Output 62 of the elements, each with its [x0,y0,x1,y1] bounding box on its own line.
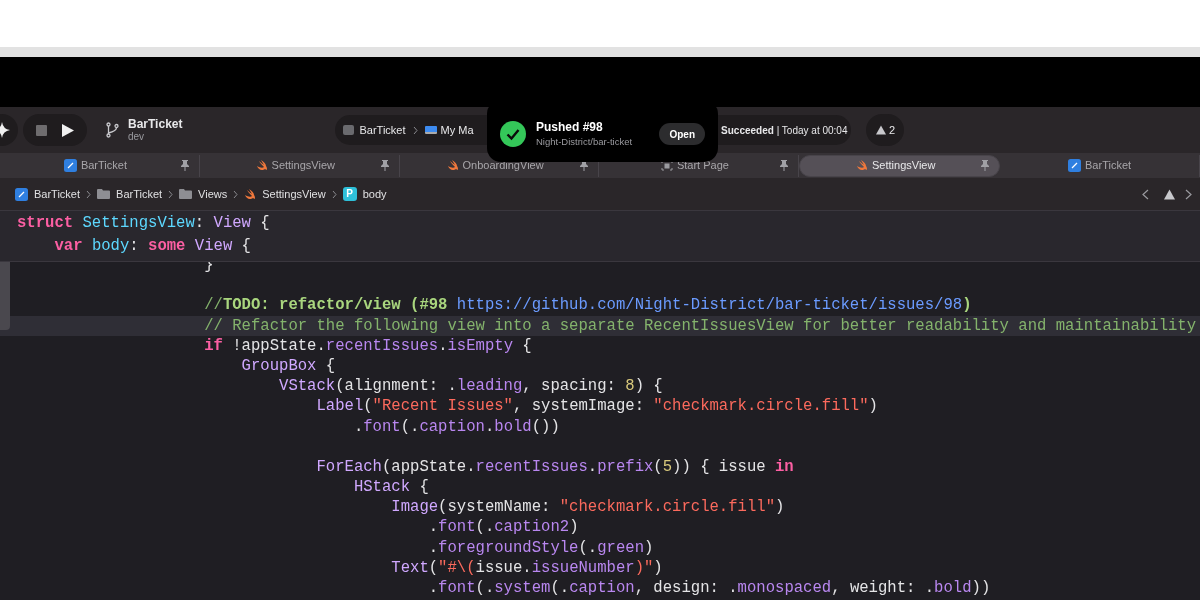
folder-icon [179,189,193,199]
scheme-name[interactable]: BarTicket [359,121,406,139]
breadcrumb-item[interactable]: BarTicket [116,185,163,203]
code-line: VStack(alignment: .leading, spacing: 8) { [278,376,664,397]
code-line: HStack { [352,477,430,498]
branch-icon [106,122,119,138]
notification-title: Pushed #98 [536,121,604,134]
stop-icon[interactable] [36,124,48,136]
branch-name: dev [128,132,146,142]
chevron-icon [86,189,92,199]
code-line: Label("Recent Issues", systemImage: "checkmark.circle.fill") [315,396,879,417]
code-line: .font(.system(.caption, design: .monospaced, weight: .bold)) [427,578,992,599]
app-icon [343,125,355,135]
warning-icon [875,125,886,135]
laptop-icon [424,126,437,134]
code-line: Text("#\(issue.issueNumber)") [390,557,664,578]
project-icon [1068,159,1082,172]
start-page-icon [660,160,673,171]
pin-icon[interactable] [780,160,789,171]
swift-icon [856,160,869,171]
swift-icon [244,188,257,200]
editor-tab[interactable]: BarTicket [1000,154,1200,177]
swift-icon [255,160,268,171]
editor-tab[interactable]: SettingsView [799,154,1001,177]
property-icon: P [342,187,357,201]
project-icon [63,159,77,172]
code-line: .font(.caption.bold()) [352,416,561,437]
code-line: .foregroundStyle(.green) [427,537,655,558]
editor-tab[interactable]: BarTicket [0,154,200,177]
breadcrumb-item[interactable]: Views [198,185,228,203]
notification-subtitle: Night-District/bar-ticket [536,137,634,147]
chevron-icon [331,189,337,199]
chevron-icon [233,189,239,199]
code-line: .font(.caption2) [427,517,580,538]
code-line: //TODO: refactor/view (#98 https://github.com/Night-District/bar-ticket/issues/98) [203,295,973,316]
breadcrumb-item[interactable]: BarTicket [34,185,81,203]
breadcrumb-item[interactable]: SettingsView [262,185,326,203]
chevron-icon [412,125,418,135]
code-line: Image(systemName: "checkmark.circle.fill") [390,497,786,518]
folder-icon [97,189,111,199]
editor-tab[interactable]: SettingsView [199,154,400,177]
chevron-icon [168,189,174,199]
code-line: GroupBox { [240,355,337,377]
checkmark-icon [500,121,526,147]
breadcrumb-item[interactable]: body [362,185,387,203]
pin-icon[interactable] [380,160,389,171]
destination-name[interactable]: My Ma [440,121,474,139]
project-icon [15,187,28,201]
code-line: struct SettingsView: View { [17,212,270,234]
code-line: ForEach(appState.recentIssues.prefix(5)) { issue in [315,456,795,478]
back-icon[interactable] [1142,188,1149,200]
swift-icon [446,160,459,171]
pin-icon[interactable] [180,160,189,171]
warnings-button[interactable]: 2 [866,114,905,146]
code-line: if !appState.recentIssues.isEmpty { [203,335,533,356]
project-name: BarTicket [128,118,183,130]
build-status: Succeeded | Today at 00:04 [721,123,848,138]
forward-icon[interactable] [1185,188,1192,200]
warning-icon [1164,188,1175,200]
open-button[interactable]: Open [659,123,705,145]
play-icon[interactable] [61,123,74,137]
code-line: var body: some View { [53,235,251,257]
